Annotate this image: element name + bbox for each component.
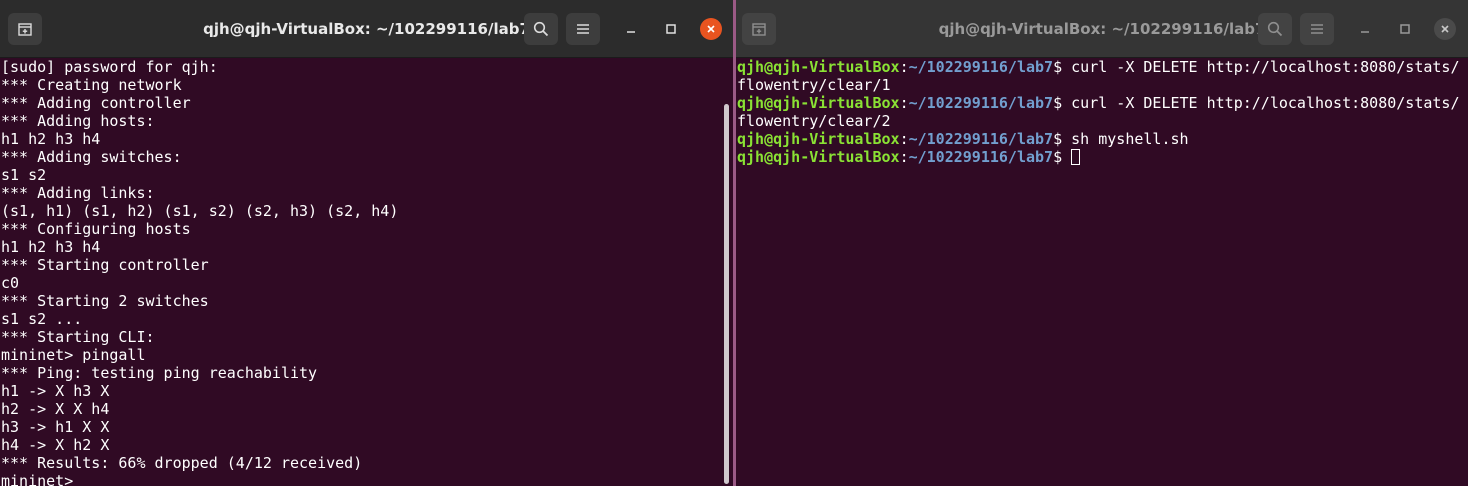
prompt-line: qjh@qjh-VirtualBox:~/102299116/lab7$ [737,148,1468,166]
command-text: curl -X DELETE http://localhost:8080/sta… [1071,58,1460,76]
terminal-line: *** Adding links: [1,184,155,202]
terminal-line: s1 s2 [1,166,47,184]
close-icon [707,25,715,33]
terminal-line: c0 [1,274,20,292]
terminal-line: *** Ping: testing ping reachability [1,364,318,382]
left-close-button[interactable] [700,18,722,40]
minimize-icon [627,31,635,33]
terminal-line: *** Configuring hosts [1,220,191,238]
terminal-line: h3 -> h1 X X [1,418,110,436]
prompt-path: ~/102299116/lab7 [908,58,1054,76]
left-terminal-output[interactable]: [sudo] password for qjh: *** Creating net… [0,58,733,486]
search-icon [1267,21,1283,37]
prompt-user: qjh@qjh-VirtualBox [737,94,900,112]
terminal-line: *** Adding hosts: [1,112,155,130]
terminal-line: *** Starting CLI: [1,328,155,346]
right-terminal-output[interactable]: qjh@qjh-VirtualBox:~/102299116/lab7$ cur… [736,58,1468,486]
right-new-tab-button[interactable] [742,13,776,45]
terminal-line: *** Creating network [1,76,182,94]
prompt-path: ~/102299116/lab7 [908,148,1054,166]
terminal-cursor [1071,149,1081,165]
left-minimize-button[interactable] [620,18,642,40]
terminal-line: mininet> [1,472,74,486]
terminal-line: h1 -> X h3 X [1,382,110,400]
search-icon [533,21,549,37]
prompt-line: qjh@qjh-VirtualBox:~/102299116/lab7$ sh … [737,130,1468,148]
terminal-line: *** Results: 66% dropped (4/12 received) [1,454,363,472]
maximize-icon [1400,24,1410,34]
left-menu-button[interactable] [566,13,600,45]
prompt-dollar: $ [1053,130,1072,148]
right-menu-button[interactable] [1300,13,1334,45]
prompt-user: qjh@qjh-VirtualBox [737,148,900,166]
hamburger-menu-icon [1311,24,1323,34]
new-tab-icon [752,23,766,36]
left-terminal-window[interactable]: qjh@qjh-VirtualBox: ~/102299116/lab7 [su… [0,0,733,486]
command-text: sh myshell.sh [1071,130,1189,148]
terminal-line: h1 h2 h3 h4 [1,130,101,148]
terminal-line: h4 -> X h2 X [1,436,110,454]
left-scrollbar[interactable] [724,104,729,484]
prompt-path: ~/102299116/lab7 [908,130,1054,148]
prompt-line: qjh@qjh-VirtualBox:~/102299116/lab7$ cur… [737,94,1468,112]
right-minimize-button[interactable] [1354,18,1376,40]
prompt-dollar: $ [1053,58,1072,76]
prompt-dollar: $ [1053,148,1072,166]
minimize-icon [1361,31,1369,33]
left-titlebar[interactable]: qjh@qjh-VirtualBox: ~/102299116/lab7 [0,0,733,58]
hamburger-menu-icon [577,24,589,34]
left-new-tab-button[interactable] [8,13,42,45]
prompt-user: qjh@qjh-VirtualBox [737,58,900,76]
wrapped-line: flowentry/clear/1 [737,76,891,94]
close-icon [1441,25,1449,33]
prompt-separator: : [899,94,909,112]
terminal-line: h1 h2 h3 h4 [1,238,101,256]
right-search-button[interactable] [1258,13,1292,45]
prompt-separator: : [899,148,909,166]
terminal-line: h2 -> X X h4 [1,400,110,418]
right-terminal-window[interactable]: qjh@qjh-VirtualBox: ~/102299116/lab7 qjh… [736,0,1468,486]
new-tab-icon [18,23,32,36]
left-search-button[interactable] [524,13,558,45]
prompt-user: qjh@qjh-VirtualBox [737,130,900,148]
terminal-line: *** Adding switches: [1,148,182,166]
terminal-line: *** Starting controller [1,256,209,274]
prompt-separator: : [899,130,909,148]
terminal-line: (s1, h1) (s1, h2) (s1, s2) (s2, h3) (s2,… [1,202,399,220]
right-titlebar[interactable]: qjh@qjh-VirtualBox: ~/102299116/lab7 [736,0,1468,58]
terminal-line: mininet> pingall [1,346,146,364]
terminal-line: [sudo] password for qjh: [1,58,218,76]
right-close-button[interactable] [1434,18,1456,40]
prompt-path: ~/102299116/lab7 [908,94,1054,112]
terminal-line: s1 s2 ... [1,310,83,328]
wrapped-line: flowentry/clear/2 [737,112,891,130]
prompt-line: qjh@qjh-VirtualBox:~/102299116/lab7$ cur… [737,58,1468,76]
prompt-separator: : [899,58,909,76]
left-maximize-button[interactable] [660,18,682,40]
terminal-line: *** Adding controller [1,94,191,112]
command-text: curl -X DELETE http://localhost:8080/sta… [1071,94,1460,112]
prompt-dollar: $ [1053,94,1072,112]
right-maximize-button[interactable] [1394,18,1416,40]
terminal-line: *** Starting 2 switches [1,292,209,310]
maximize-icon [666,24,676,34]
